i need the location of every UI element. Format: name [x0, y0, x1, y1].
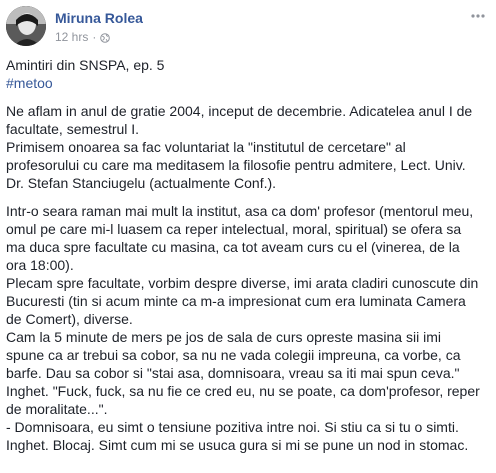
text-line: ora 18:00).: [6, 257, 74, 273]
text-line: ma duca spre facultate cu masina, ca tot…: [6, 239, 460, 255]
paragraph-1: Ne aflam in anul de gratie 2004, inceput…: [6, 102, 490, 192]
text-line: de Comert), diverse.: [6, 311, 133, 327]
avatar-photo: [6, 6, 46, 46]
more-options-icon[interactable]: [470, 10, 486, 22]
text-line: - Domnisoara, eu simt o tensiune pozitiv…: [6, 419, 459, 435]
facebook-post: Miruna Rolea 12 hrs · Amintiri din SNSPA: [0, 0, 496, 473]
post-body: Amintiri din SNSPA, ep. 5 #metoo Ne afla…: [6, 56, 490, 454]
post-timestamp[interactable]: 12 hrs: [55, 30, 88, 44]
post-header: Miruna Rolea 12 hrs ·: [6, 6, 490, 52]
text-line: Inghet. Blocaj. Simt cum mi se usuca gur…: [6, 437, 469, 453]
text-line: Inghet. "Fuck, fuck, sa nu fie ce cred e…: [6, 383, 480, 399]
text-line: facultate, semestrul I.: [6, 121, 140, 137]
text-line: Cam la 5 minute de mers pe jos de sala d…: [6, 329, 441, 345]
post-title: Amintiri din SNSPA, ep. 5: [6, 57, 165, 73]
text-line: Intr-o seara raman mai mult la institut,…: [6, 203, 474, 219]
paragraph-2: Intr-o seara raman mai mult la institut,…: [6, 202, 490, 454]
author-avatar[interactable]: [6, 6, 46, 46]
text-line: profesorului cu care ma meditasem la fil…: [6, 157, 466, 173]
meta-separator: ·: [92, 30, 97, 44]
text-line: Bucuresti (tin si acum minte ca m-a impr…: [6, 293, 466, 309]
text-line: omul pe care mi-l luasem ca reper intele…: [6, 221, 462, 237]
text-line: de moralitate...".: [6, 401, 108, 417]
post-meta: 12 hrs ·: [55, 30, 111, 44]
author-name[interactable]: Miruna Rolea: [55, 10, 143, 26]
text-line: Plecam spre facultate, vorbim despre div…: [6, 275, 479, 291]
text-line: barfe. Dau sa cobor si "stai asa, domnis…: [6, 365, 460, 381]
globe-icon[interactable]: [100, 32, 111, 43]
text-line: Ne aflam in anul de gratie 2004, inceput…: [6, 103, 473, 119]
text-line: Primisem onoarea sa fac voluntariat la "…: [6, 139, 406, 155]
text-line: Dr. Stefan Stanciugelu (actualmente Conf…: [6, 175, 277, 191]
text-line: spune ca ar trebui sa cobor, sa nu ne va…: [6, 347, 461, 363]
hashtag-link[interactable]: #metoo: [6, 75, 53, 91]
